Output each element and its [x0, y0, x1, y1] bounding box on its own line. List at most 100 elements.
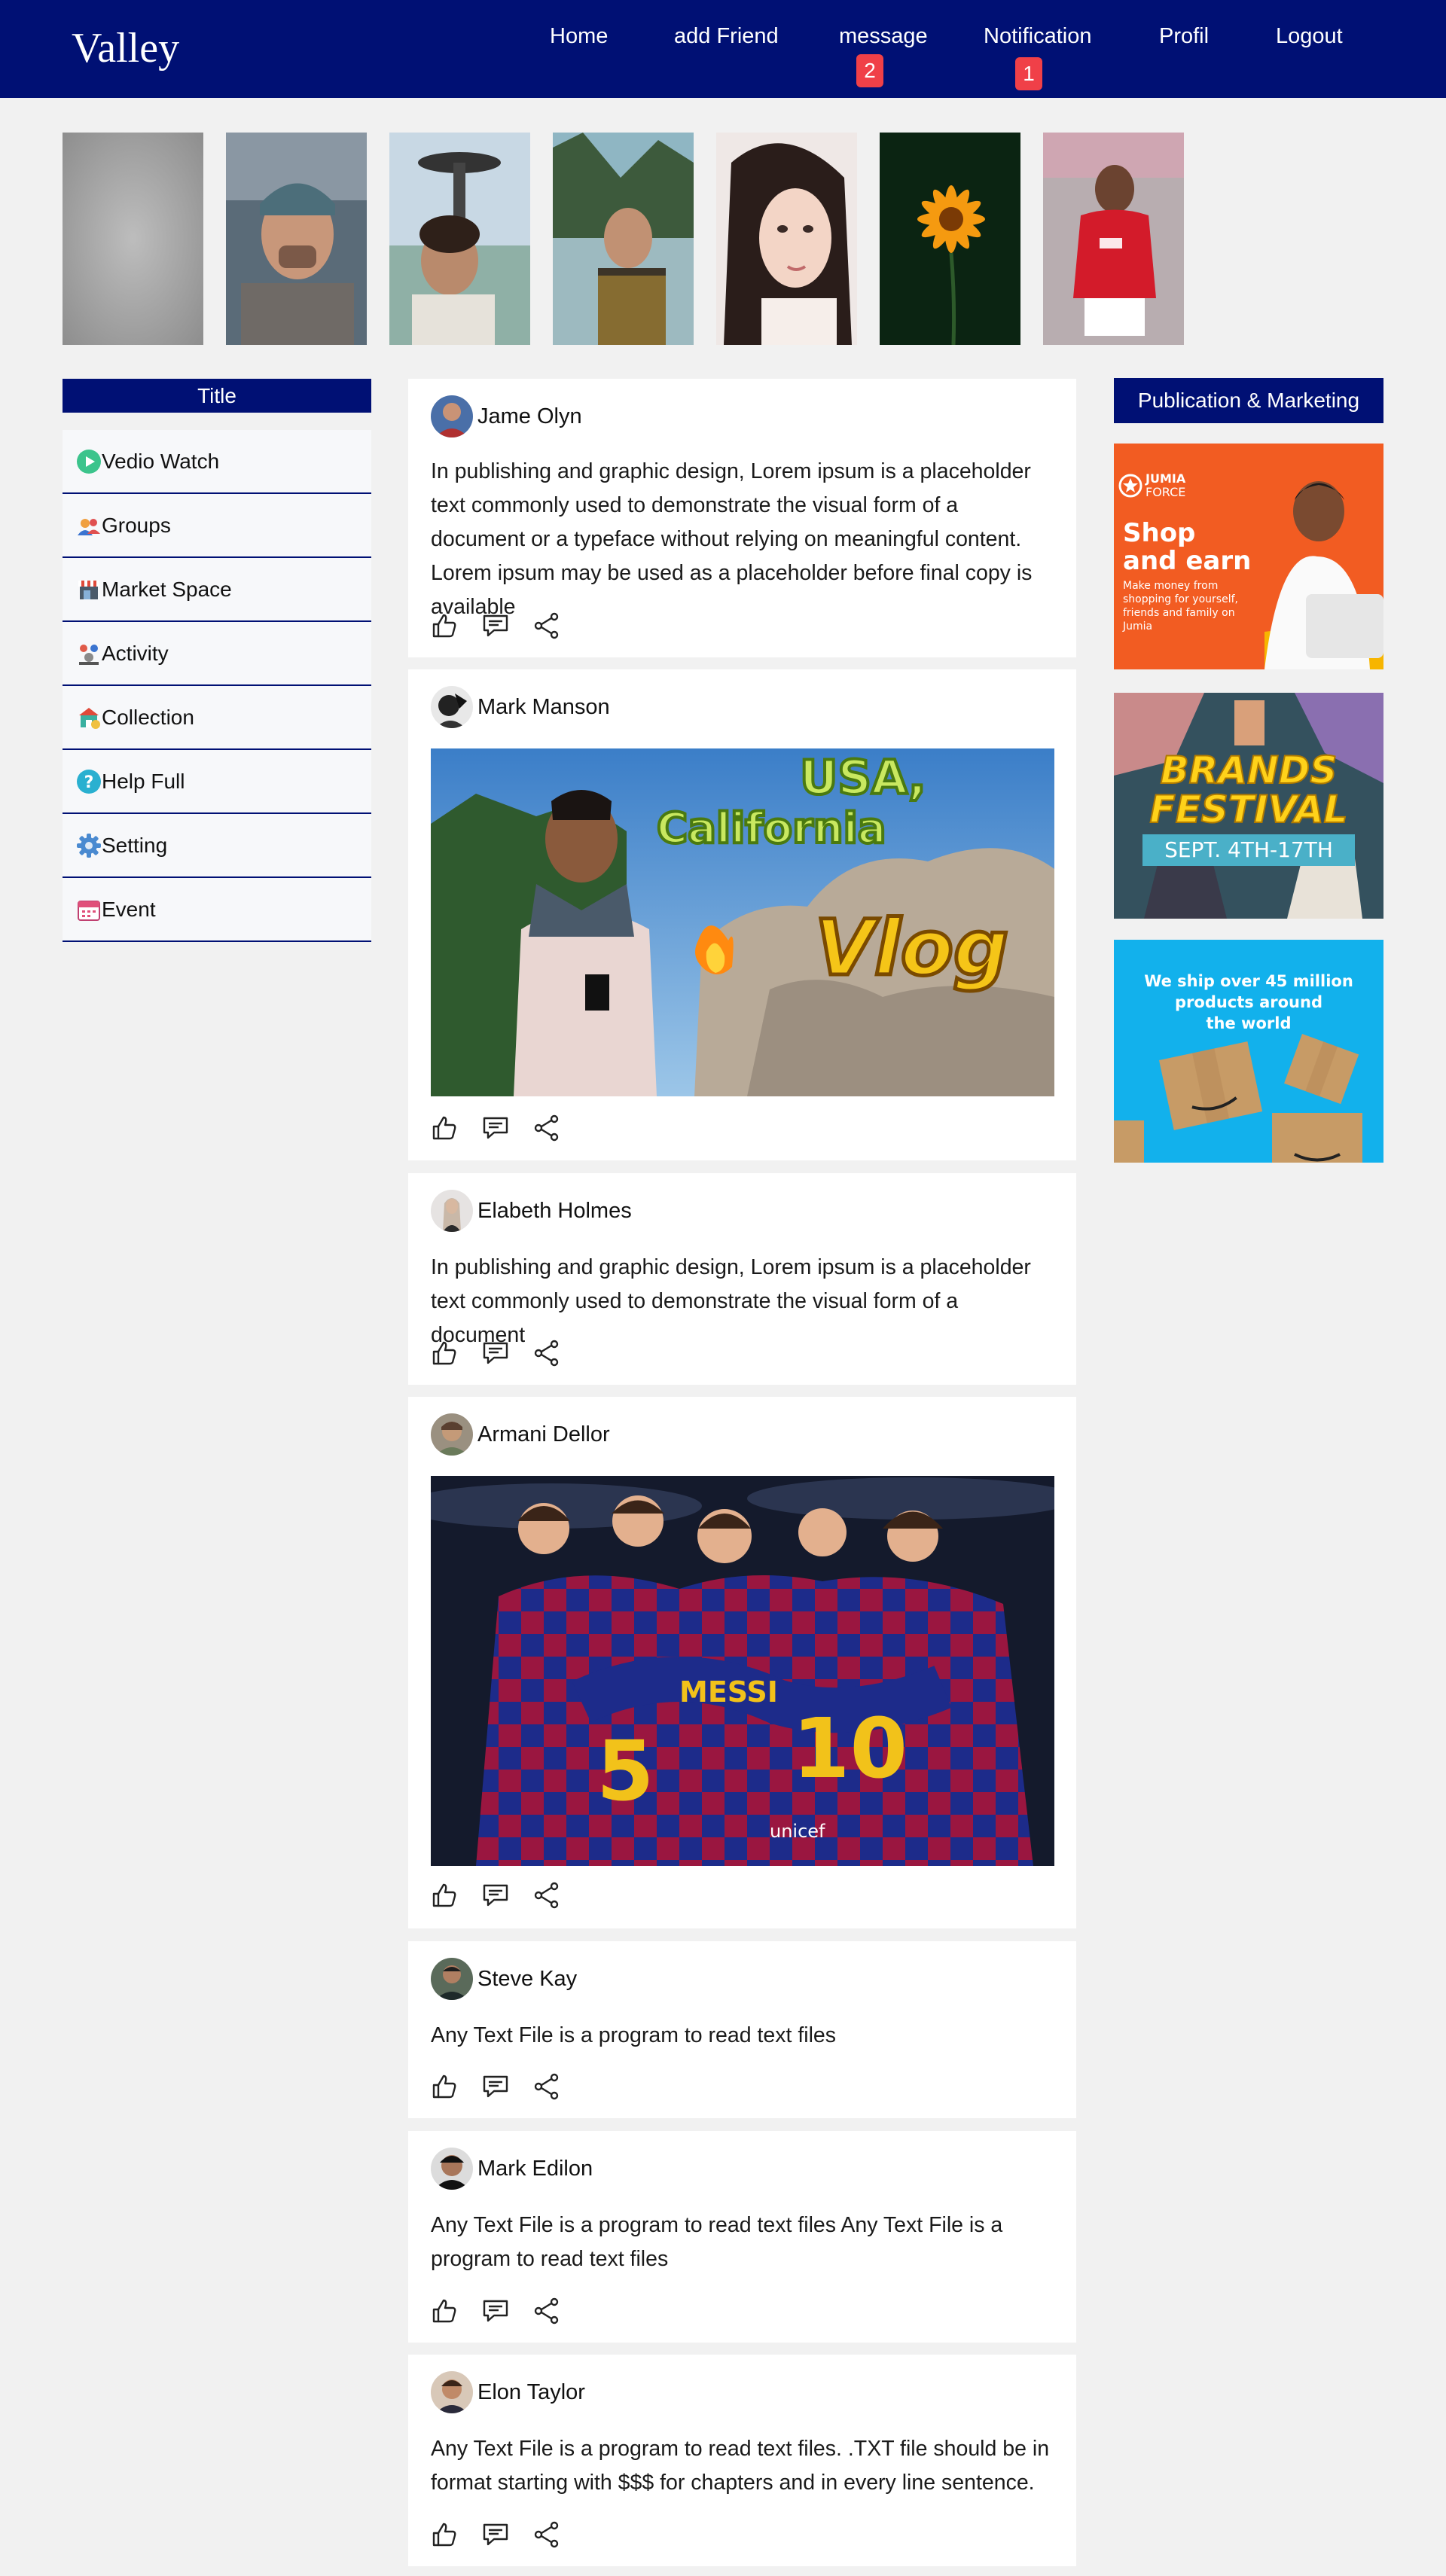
comment-icon[interactable]: [480, 2071, 511, 2102]
share-icon[interactable]: [532, 1880, 562, 1910]
nav-profil-link[interactable]: Profil: [1159, 24, 1209, 49]
post-image-team-celebration[interactable]: MESSI 10 unicef 5: [431, 1476, 1054, 1866]
like-icon[interactable]: [429, 1880, 459, 1910]
like-icon[interactable]: [429, 2520, 459, 2550]
nav-logout-link[interactable]: Logout: [1276, 24, 1343, 49]
share-icon[interactable]: [532, 611, 562, 641]
post-actions: [429, 2520, 583, 2550]
sidebar-item-label: Help Full: [102, 769, 185, 793]
ad-jumia-sub2: shopping for yourself,: [1123, 593, 1238, 605]
post-actions: [429, 611, 583, 641]
like-icon[interactable]: [429, 2071, 459, 2102]
post-text: In publishing and graphic design, Lorem …: [431, 459, 1033, 619]
nav-notification-link[interactable]: Notification: [984, 24, 1091, 49]
story-woman[interactable]: [716, 133, 857, 345]
share-icon[interactable]: [532, 2296, 562, 2326]
avatar[interactable]: [431, 2371, 473, 2413]
ad-brands-festival[interactable]: BRANDS FESTIVAL SEPT. 4TH-17TH: [1114, 693, 1383, 919]
story-footballer[interactable]: [1043, 133, 1184, 345]
sidebar-item-help-full[interactable]: ? Help Full: [63, 750, 371, 814]
post-author[interactable]: Steve Kay: [477, 1967, 577, 1992]
play-icon: [76, 449, 102, 474]
help-icon: ?: [76, 769, 102, 794]
ad-jumia-sub3: friends and family on: [1123, 607, 1235, 619]
ad-festival-dates: SEPT. 4TH-17TH: [1164, 837, 1333, 862]
jersey-number: 10: [792, 1700, 908, 1797]
story-man-lake[interactable]: [553, 133, 694, 345]
sidebar-item-groups[interactable]: Groups: [63, 494, 371, 558]
collection-icon: [76, 705, 102, 730]
message-count-badge: 2: [856, 54, 883, 87]
avatar[interactable]: [431, 395, 473, 437]
feed-post: Jame Olyn In publishing and graphic desi…: [408, 379, 1076, 657]
comment-icon[interactable]: [480, 1880, 511, 1910]
sidebar-item-setting[interactable]: Setting: [63, 814, 371, 878]
nav-add-friend-link[interactable]: add Friend: [674, 24, 779, 49]
post-header: Armani Dellor: [431, 1413, 610, 1456]
ad-amazon-shipping[interactable]: We ship over 45 million products around …: [1114, 940, 1383, 1163]
share-icon[interactable]: [532, 2520, 562, 2550]
jersey-name: MESSI: [679, 1675, 778, 1709]
post-header: Steve Kay: [431, 1958, 577, 2000]
sidebar-item-collection[interactable]: Collection: [63, 686, 371, 750]
avatar[interactable]: [431, 1413, 473, 1456]
share-icon[interactable]: [532, 1113, 562, 1143]
nav-message-link[interactable]: message: [839, 24, 928, 49]
sidebar-item-vedio-watch[interactable]: Vedio Watch: [63, 430, 371, 494]
story-blank[interactable]: [63, 133, 203, 345]
feed-post: Elabeth Holmes In publishing and graphic…: [408, 1173, 1076, 1385]
share-icon[interactable]: [532, 1338, 562, 1368]
post-author[interactable]: Mark Edilon: [477, 2157, 593, 2181]
sidebar-item-label: Collection: [102, 705, 194, 729]
ad-jumia-force[interactable]: JUMIA FORCE Shop and earn Make money fro…: [1114, 444, 1383, 669]
ad-amazon-line1: We ship over 45 million: [1144, 972, 1353, 990]
gear-icon: [76, 833, 102, 858]
post-author[interactable]: Elon Taylor: [477, 2380, 585, 2405]
post-author[interactable]: Mark Manson: [477, 695, 610, 720]
sidebar-item-label: Event: [102, 897, 156, 921]
story-man-cap[interactable]: [226, 133, 367, 345]
vlog-title-line2: California: [657, 804, 886, 853]
comment-icon[interactable]: [480, 2296, 511, 2326]
calendar-icon: [76, 897, 102, 922]
sidebar-item-event[interactable]: Event: [63, 878, 371, 942]
avatar[interactable]: [431, 1190, 473, 1232]
avatar[interactable]: [431, 686, 473, 728]
story-man-fountain[interactable]: [389, 133, 530, 345]
comment-icon[interactable]: [480, 611, 511, 641]
ad-festival-line2: FESTIVAL: [1150, 788, 1348, 831]
sidebar-item-market-space[interactable]: Market Space: [63, 558, 371, 622]
brand-logo[interactable]: Valley: [72, 24, 179, 72]
post-image-vlog[interactable]: USA, California Vlog: [431, 748, 1054, 1096]
like-icon[interactable]: [429, 611, 459, 641]
vlog-title-line3: Vlog: [815, 904, 1008, 993]
nav-home-link[interactable]: Home: [550, 24, 608, 49]
post-text: Any Text File is a program to read text …: [431, 2023, 837, 2047]
post-actions: [429, 1338, 583, 1368]
groups-icon: [76, 513, 102, 538]
sidebar-item-label: Activity: [102, 641, 169, 665]
notification-count-badge: 1: [1015, 57, 1042, 90]
like-icon[interactable]: [429, 1338, 459, 1368]
story-flower[interactable]: [880, 133, 1020, 345]
post-actions: [429, 1880, 583, 1910]
like-icon[interactable]: [429, 2296, 459, 2326]
post-header: Mark Edilon: [431, 2148, 593, 2190]
ad-festival-line1: BRANDS: [1161, 748, 1338, 792]
sidebar-title: Title: [63, 379, 371, 413]
avatar[interactable]: [431, 1958, 473, 2000]
post-author[interactable]: Elabeth Holmes: [477, 1199, 632, 1224]
post-author[interactable]: Armani Dellor: [477, 1422, 610, 1447]
comment-icon[interactable]: [480, 2520, 511, 2550]
comment-icon[interactable]: [480, 1113, 511, 1143]
feed-post: Armani Dellor MESSI 10 unicef 5: [408, 1397, 1076, 1928]
ad-amazon-line2: products around: [1175, 993, 1322, 1011]
share-icon[interactable]: [532, 2071, 562, 2102]
post-author[interactable]: Jame Olyn: [477, 404, 582, 429]
feed-post: Steve Kay Any Text File is a program to …: [408, 1941, 1076, 2118]
avatar[interactable]: [431, 2148, 473, 2190]
feed-post: Mark Manson USA, California Vlog: [408, 669, 1076, 1160]
like-icon[interactable]: [429, 1113, 459, 1143]
sidebar-item-activity[interactable]: Activity: [63, 622, 371, 686]
comment-icon[interactable]: [480, 1338, 511, 1368]
